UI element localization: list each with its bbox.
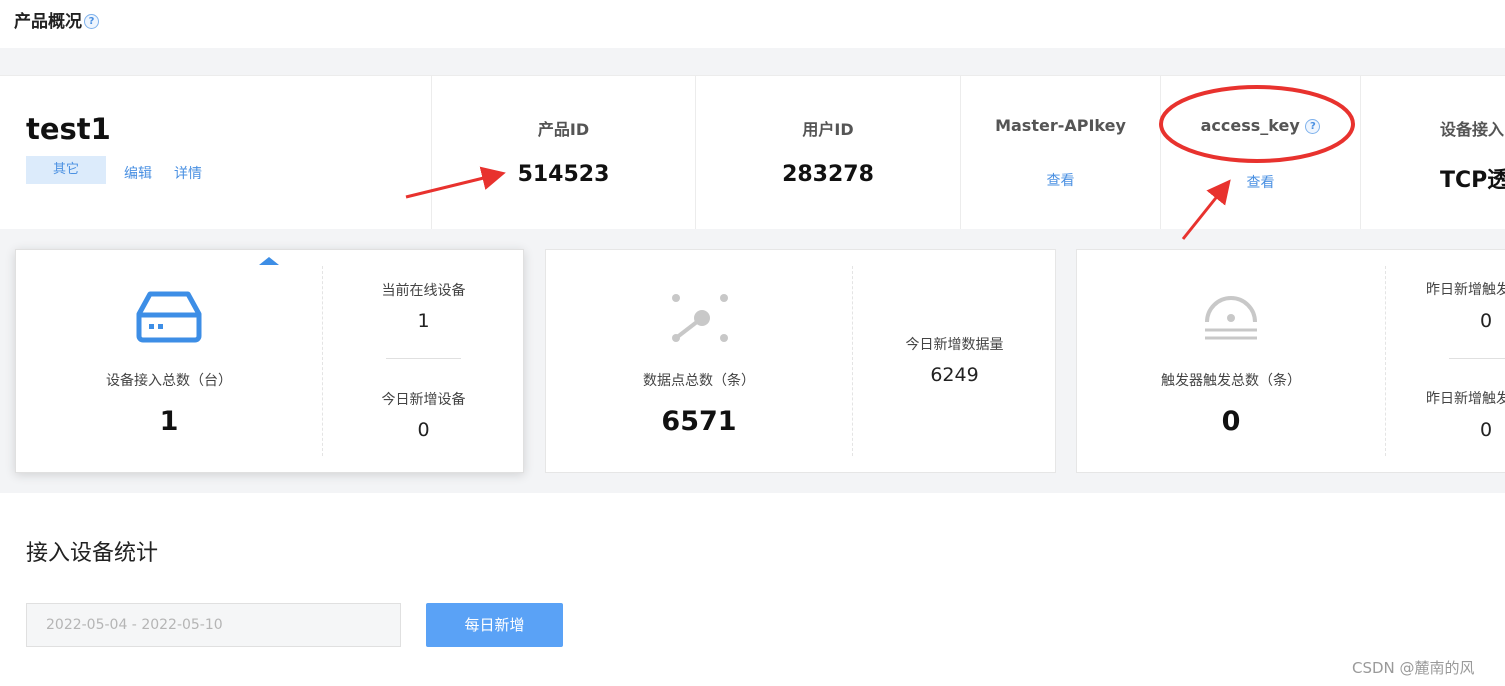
device-total-value: 1 <box>159 406 179 437</box>
product-id-label: 产品ID <box>537 120 590 139</box>
new-devices-today-value: 0 <box>417 419 430 441</box>
side-separator <box>386 358 461 359</box>
product-overview-page: 产品概况? test1 其它 编辑 详情 产品ID 514523 用户ID 28… <box>0 0 1505 686</box>
device-box-icon <box>136 291 202 343</box>
user-id-label: 用户ID <box>802 120 854 139</box>
product-id-value: 514523 <box>517 162 610 187</box>
new-data-today-label: 今日新增数据量 <box>905 337 1004 353</box>
datapoint-total-value: 6571 <box>661 406 737 437</box>
product-info-row: test1 其它 编辑 详情 产品ID 514523 用户ID 283278 M… <box>0 75 1505 230</box>
access-key-label: access_key ? <box>1161 116 1360 135</box>
access-key-label-text: access_key <box>1200 116 1300 135</box>
datapoint-stats-card[interactable]: 数据点总数（条） 6571 今日新增数据量 6249 <box>545 249 1056 473</box>
question-circle-icon[interactable]: ? <box>84 13 99 29</box>
yesterday-trigger-value-2: 0 <box>1480 419 1493 441</box>
active-card-pointer <box>259 257 279 265</box>
header-divider-band <box>0 48 1505 75</box>
card-divider <box>852 266 853 456</box>
trigger-icon <box>1205 296 1257 340</box>
edit-link[interactable]: 编辑 <box>124 163 152 183</box>
date-range-input[interactable] <box>26 603 401 647</box>
new-data-today-value: 6249 <box>930 364 979 386</box>
device-access-column: 设备接入 TCP透 <box>1360 76 1505 230</box>
device-stats-card[interactable]: 设备接入总数（台） 1 当前在线设备 1 今日新增设备 0 <box>15 249 524 473</box>
master-apikey-label: Master-APIkey <box>995 116 1126 135</box>
master-apikey-column: Master-APIkey 查看 <box>960 76 1160 230</box>
access-key-column: access_key ? 查看 <box>1160 76 1360 230</box>
yesterday-trigger-label-2: 昨日新增触发 <box>1426 391 1505 407</box>
daily-new-button[interactable]: 每日新增 <box>426 603 563 647</box>
trigger-stats-card[interactable]: 触发器触发总数（条） 0 昨日新增触发 0 昨日新增触发 0 <box>1076 249 1505 473</box>
product-id-column: 产品ID 514523 <box>431 76 695 230</box>
page-title: 产品概况? <box>14 7 99 32</box>
side-separator <box>1449 358 1505 359</box>
trigger-total-value: 0 <box>1221 406 1241 437</box>
yesterday-trigger-label: 昨日新增触发 <box>1426 282 1505 298</box>
product-name: test1 <box>26 112 111 146</box>
user-id-value: 283278 <box>782 162 874 187</box>
new-devices-today-label: 今日新增设备 <box>381 392 466 408</box>
datapoint-total-label: 数据点总数（条） <box>643 373 755 389</box>
user-id-column: 用户ID 283278 <box>695 76 960 230</box>
question-circle-icon[interactable]: ? <box>1305 119 1321 134</box>
access-key-view-link[interactable]: 查看 <box>1161 172 1360 192</box>
csdn-watermark: CSDN @麓南的风 <box>1352 659 1475 677</box>
yesterday-trigger-value: 0 <box>1480 310 1493 332</box>
product-category-tag: 其它 <box>26 156 106 184</box>
page-title-text: 产品概况 <box>14 12 82 32</box>
online-devices-label: 当前在线设备 <box>381 283 466 299</box>
master-apikey-view-link[interactable]: 查看 <box>961 170 1160 190</box>
device-access-value: TCP透 <box>1440 168 1505 193</box>
device-access-label: 设备接入 <box>1440 120 1505 139</box>
device-stats-section-title: 接入设备统计 <box>26 541 159 566</box>
device-total-label: 设备接入总数（台） <box>106 373 232 389</box>
trigger-total-label: 触发器触发总数（条） <box>1161 373 1301 389</box>
stats-cards-area: 设备接入总数（台） 1 当前在线设备 1 今日新增设备 0 数据点总数（条） 6… <box>0 229 1505 493</box>
online-devices-value: 1 <box>417 310 430 332</box>
data-points-icon <box>672 294 728 342</box>
card-divider <box>1385 266 1386 456</box>
page-header: 产品概况? <box>0 0 1505 48</box>
detail-link[interactable]: 详情 <box>174 163 202 183</box>
